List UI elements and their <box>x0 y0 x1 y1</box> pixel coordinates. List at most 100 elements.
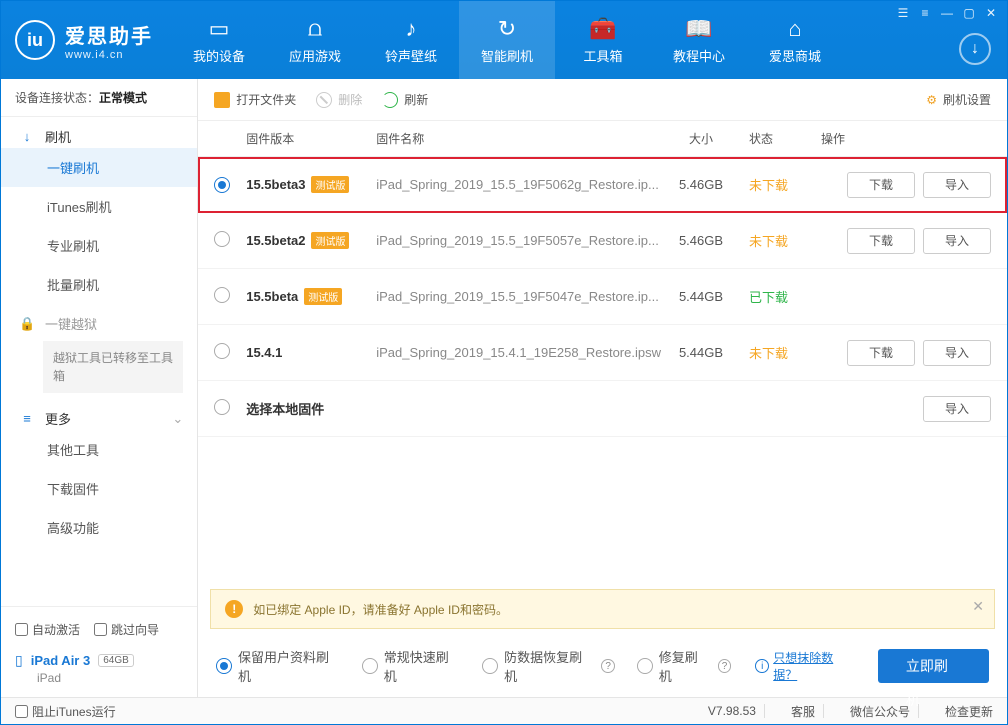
window-controls: ☰ ≡ — ▢ ✕ <box>893 5 1001 21</box>
device-panel: 自动激活 跳过向导 ▯ iPad Air 3 64GB iPad <box>1 606 197 697</box>
topnav-ring[interactable]: ♪铃声壁纸 <box>363 1 459 79</box>
block-itunes-checkbox[interactable]: 阻止iTunes运行 <box>15 703 116 720</box>
downloads-icon[interactable]: ↓ <box>959 33 991 65</box>
select-radio[interactable] <box>214 231 230 247</box>
refresh-icon <box>382 92 398 108</box>
download-button[interactable]: 下载 <box>847 172 915 198</box>
flash-icon: ↻ <box>498 16 516 42</box>
side-menu: ↓刷机一键刷机iTunes刷机专业刷机批量刷机🔒一键越狱越狱工具已转移至工具箱 ≡… <box>1 117 197 606</box>
topnav-apps[interactable]: ⩍应用游戏 <box>267 1 363 79</box>
download-button[interactable]: 下载 <box>847 340 915 366</box>
refresh-button[interactable]: 刷新 <box>382 91 428 108</box>
firmware-row[interactable]: 选择本地固件导入 <box>198 381 1007 437</box>
check-update-link[interactable]: 检查更新 <box>945 703 993 720</box>
side-item-pro[interactable]: 专业刷机 <box>1 226 197 265</box>
flash-option-normal[interactable]: 常规快速刷机 <box>362 647 460 685</box>
connection-status: 设备连接状态：正常模式 <box>1 79 197 117</box>
help-icon[interactable]: ? <box>601 659 615 673</box>
topnav-device[interactable]: ▭我的设备 <box>171 1 267 79</box>
side-item-one-key[interactable]: 一键刷机 <box>1 148 197 187</box>
firmware-size: 5.46GB <box>679 233 723 248</box>
firmware-status: 未下载 <box>749 234 788 249</box>
side-item-advanced[interactable]: 高级功能 <box>1 508 197 547</box>
side-item-other-tools[interactable]: 其他工具 <box>1 430 197 469</box>
col-size: 大小 <box>661 130 741 147</box>
flash-now-button[interactable]: 立即刷机 <box>878 649 989 683</box>
main-panel: 打开文件夹 删除 刷新 ⚙ 刷机设置 固件版本 固件名称 大小 状态 操作 15… <box>198 79 1007 697</box>
col-name: 固件名称 <box>376 130 661 147</box>
firmware-list: 15.5beta3测试版iPad_Spring_2019_15.5_19F506… <box>198 157 1007 437</box>
erase-only-link[interactable]: 只想抹除数据？ <box>773 649 856 683</box>
delete-icon <box>316 92 332 108</box>
open-folder-button[interactable]: 打开文件夹 <box>214 91 296 108</box>
firmware-status: 未下载 <box>749 178 788 193</box>
notice-text: 如已绑定 Apple ID，请准备好 Apple ID和密码。 <box>253 601 508 618</box>
close-button[interactable]: ✕ <box>981 5 1001 21</box>
topnav-tutorial[interactable]: 📖教程中心 <box>651 1 747 79</box>
flash-option-anti-rec[interactable]: 防数据恢复刷机? <box>482 647 615 685</box>
warning-icon: ! <box>225 600 243 618</box>
side-note-jailbreak: 越狱工具已转移至工具箱 <box>43 341 183 393</box>
maximize-button[interactable]: ▢ <box>959 5 979 21</box>
select-radio[interactable] <box>214 399 230 415</box>
menu-icon[interactable]: ☰ <box>893 5 913 21</box>
col-status: 状态 <box>741 130 821 147</box>
topnav-toolbox[interactable]: 🧰工具箱 <box>555 1 651 79</box>
list-icon[interactable]: ≡ <box>915 5 935 21</box>
device-name[interactable]: iPad Air 3 <box>31 653 90 668</box>
firmware-row[interactable]: 15.5beta测试版iPad_Spring_2019_15.5_19F5047… <box>198 269 1007 325</box>
notice-close-icon[interactable]: ✕ <box>972 598 984 615</box>
device-type: iPad <box>1 671 197 693</box>
firmware-size: 5.44GB <box>679 345 723 360</box>
conn-status-value: 正常模式 <box>99 91 147 105</box>
firmware-filename: iPad_Spring_2019_15.5_19F5057e_Restore.i… <box>376 233 659 248</box>
sidebar: 设备连接状态：正常模式 ↓刷机一键刷机iTunes刷机专业刷机批量刷机🔒一键越狱… <box>1 79 198 697</box>
radio-icon <box>637 658 653 674</box>
firmware-row[interactable]: 15.5beta3测试版iPad_Spring_2019_15.5_19F506… <box>198 157 1007 213</box>
delete-button[interactable]: 删除 <box>316 91 362 108</box>
col-version: 固件版本 <box>246 130 376 147</box>
import-button[interactable]: 导入 <box>923 340 991 366</box>
chevron-down-icon: ⌄ <box>172 411 183 427</box>
firmware-size: 5.46GB <box>679 177 723 192</box>
support-link[interactable]: 客服 <box>791 703 815 720</box>
firmware-version: 15.5beta2 <box>246 233 305 248</box>
more-icon: ≡ <box>19 411 35 426</box>
firmware-filename: iPad_Spring_2019_15.4.1_19E258_Restore.i… <box>376 345 661 360</box>
toolbox-icon: 🧰 <box>589 16 616 42</box>
auto-activate-checkbox[interactable]: 自动激活 <box>15 621 80 638</box>
logo-badge-icon: iu <box>15 20 55 60</box>
flash-option-keep-data[interactable]: 保留用户资料刷机 <box>216 647 340 685</box>
select-radio[interactable] <box>214 343 230 359</box>
side-group-flash[interactable]: ↓刷机 <box>1 117 197 148</box>
skip-guide-checkbox[interactable]: 跳过向导 <box>94 621 159 638</box>
apps-icon: ⩍ <box>308 16 322 42</box>
device-icon: ▯ <box>15 652 23 669</box>
download-button[interactable]: 下载 <box>847 228 915 254</box>
side-group-jailbreak[interactable]: 🔒一键越狱 <box>1 304 197 335</box>
import-button[interactable]: 导入 <box>923 396 991 422</box>
apple-id-notice: ! 如已绑定 Apple ID，请准备好 Apple ID和密码。 ✕ <box>210 589 995 629</box>
side-item-itunes[interactable]: iTunes刷机 <box>1 187 197 226</box>
topnav-flash[interactable]: ↻智能刷机 <box>459 1 555 79</box>
beta-badge: 测试版 <box>311 176 349 193</box>
minimize-button[interactable]: — <box>937 5 957 21</box>
beta-badge: 测试版 <box>311 232 349 249</box>
flash-settings-button[interactable]: ⚙ 刷机设置 <box>926 91 991 108</box>
status-bar: 阻止iTunes运行 V7.98.53 客服 微信公众号 检查更新 <box>1 697 1007 724</box>
import-button[interactable]: 导入 <box>923 228 991 254</box>
side-item-batch[interactable]: 批量刷机 <box>1 265 197 304</box>
side-item-dl-fw[interactable]: 下载固件 <box>1 469 197 508</box>
import-button[interactable]: 导入 <box>923 172 991 198</box>
firmware-row[interactable]: 15.5beta2 测试版 iPad_Spring_2019_15.5_19F505… <box>198 213 1007 269</box>
topnav-store[interactable]: ⌂爱思商城 <box>747 1 843 79</box>
help-icon[interactable]: i <box>755 659 769 673</box>
select-radio[interactable] <box>214 177 230 193</box>
flash-option-repair[interactable]: 修复刷机? <box>637 647 731 685</box>
side-group-more[interactable]: ≡更多⌄ <box>1 399 197 430</box>
firmware-row[interactable]: 15.4.1iPad_Spring_2019_15.4.1_19E258_Res… <box>198 325 1007 381</box>
help-icon[interactable]: ? <box>718 659 732 673</box>
select-radio[interactable] <box>214 287 230 303</box>
firmware-status: 已下载 <box>749 290 788 305</box>
wechat-link[interactable]: 微信公众号 <box>850 703 910 720</box>
